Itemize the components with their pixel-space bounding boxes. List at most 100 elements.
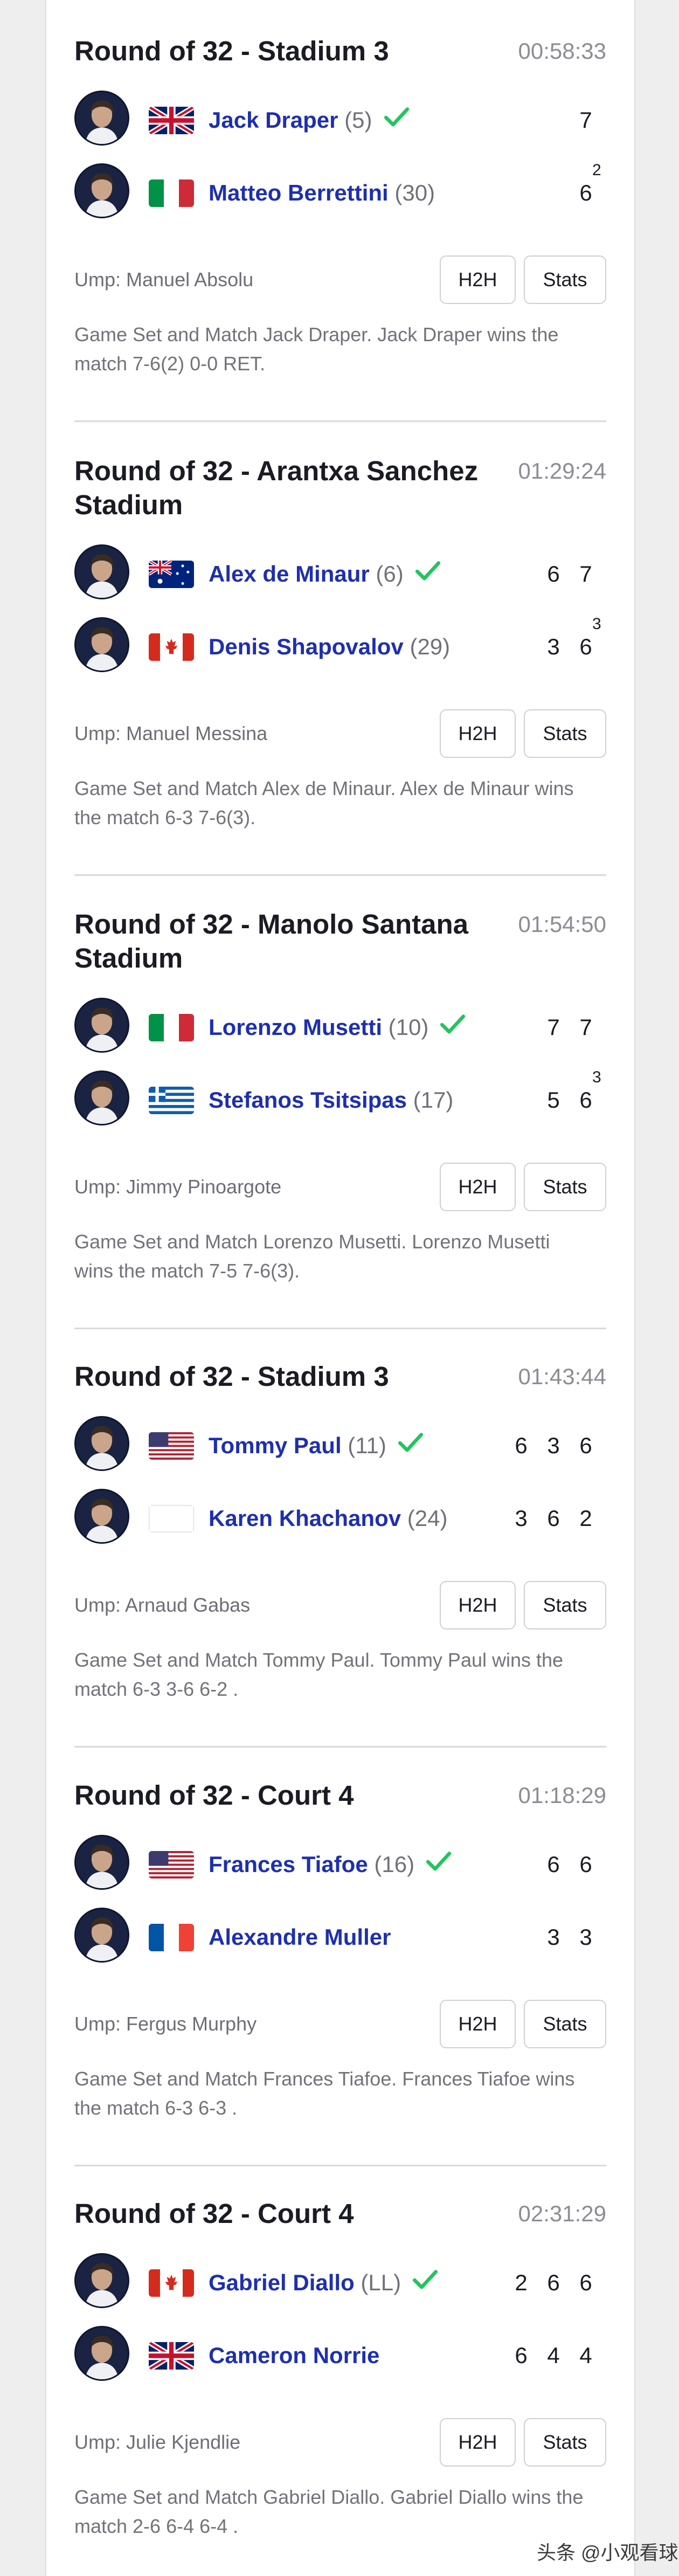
set-score: 6 [543,1850,564,1879]
match-card: Round of 32 - Arantxa Sanchez Stadium 01:… [74,454,606,828]
italy-flag [149,1014,194,1041]
stats-button[interactable]: Stats [524,1163,606,1211]
player-name-link[interactable]: Lorenzo Musetti [209,1014,382,1040]
match-summary: Game Set and Match Frances Tiafoe. Franc… [74,2068,575,2119]
player-name-link[interactable]: Frances Tiafoe [209,1852,368,1877]
set-score: 6 [543,1504,564,1533]
player-name-link[interactable]: Matteo Berrettini [209,180,389,205]
winner-check-icon [413,560,442,583]
stats-button[interactable]: Stats [524,1581,606,1629]
set-score: 3 [510,1504,532,1533]
player-avatar [74,2253,129,2308]
player-seed: (17) [413,1087,454,1113]
set-score: 3 [543,1431,564,1460]
set-score: 2 [575,1504,597,1533]
h2h-button[interactable]: H2H [440,2000,516,2048]
winner-check-icon [382,106,411,129]
player-name-block: Frances Tiafoe (16) [209,1850,453,1879]
australia-flag [149,561,194,588]
match-divider [74,1328,606,1329]
player-seed: (24) [407,1505,448,1531]
stats-button[interactable]: Stats [524,2000,606,2048]
player-avatar [74,1416,129,1471]
set-score-value: 6 [547,1852,560,1877]
set-score: 6 [575,1431,597,1460]
set-score-value: 4 [579,2343,592,2368]
h2h-button[interactable]: H2H [440,2418,516,2467]
player-name-link[interactable]: Denis Shapovalov [209,634,404,659]
player-avatar [74,544,129,599]
winner-check-icon [396,1431,425,1455]
set-scores: 33 [456,1923,597,1952]
set-scores: 563 [456,1069,601,1115]
player-avatar [74,1489,129,1544]
winner-check-icon [424,1850,453,1874]
match-summary: Game Set and Match Tommy Paul. Tommy Pau… [74,1649,564,1700]
player-name-link[interactable]: Gabriel Diallo [209,2270,355,2295]
player-name-block: Jack Draper (5) [209,106,411,135]
match-divider [74,420,606,422]
set-score-value: 2 [515,2270,528,2295]
set-scores: 77 [456,1013,597,1042]
h2h-button[interactable]: H2H [440,1163,516,1211]
set-score: 6 [510,1431,532,1460]
player-name-link[interactable]: Alex de Minaur [209,561,370,586]
match-summary: Game Set and Match Gabriel Diallo. Gabri… [74,2486,584,2537]
set-score: 6 [543,560,564,589]
canada-flag [149,2269,194,2297]
player-name-link[interactable]: Jack Draper [209,107,338,133]
umpire-label: Ump: Manuel Messina [74,722,268,744]
set-score-value: 2 [579,1505,592,1531]
set-score: 7 [575,560,597,589]
player-name-block: Gabriel Diallo (LL) [209,2268,440,2297]
set-scores: 3 63 [456,616,601,661]
stats-button[interactable]: Stats [524,255,606,304]
player-row: Alex de Minaur (6) 6 7 [74,544,606,603]
set-scores: 62 [456,162,601,208]
set-score: 6 [510,2341,532,2370]
winner-check-icon [411,2268,440,2292]
h2h-button[interactable]: H2H [440,1581,516,1629]
set-score-value: 3 [547,634,560,659]
set-scores: 7 [456,106,597,135]
umpire-label: Ump: Julie Kjendlie [74,2431,241,2453]
player-seed: (LL) [361,2270,401,2295]
match-card: Round of 32 - Court 4 02:31:29 Gabriel Dia… [74,2197,606,2568]
player-avatar [74,91,129,146]
set-score: 6 [575,1850,597,1879]
player-seed: (5) [344,107,372,133]
match-duration: 00:58:33 [518,38,607,64]
player-name-link[interactable]: Tommy Paul [209,1433,342,1458]
set-score: 7 [543,1013,564,1042]
match-divider [74,2165,606,2166]
player-seed: (6) [376,561,404,586]
set-score: 2 [510,2268,532,2297]
set-score: 63 [575,616,601,661]
player-seed: (29) [410,634,451,659]
player-name-link[interactable]: Stefanos Tsitsipas [209,1087,407,1113]
h2h-button[interactable]: H2H [440,709,516,758]
round-title: Round of 32 - Arantxa Sanchez Stadium [74,455,479,520]
player-name-block: Cameron Norrie [209,2341,379,2370]
player-row: Gabriel Diallo (LL) 2 6 6 [74,2253,606,2311]
player-name-block: Lorenzo Musetti (10) [209,1013,467,1042]
set-score-value: 3 [547,1433,560,1458]
player-name-link[interactable]: Cameron Norrie [209,2343,379,2368]
umpire-label: Ump: Manuel Absolu [74,268,254,291]
player-avatar [74,1908,129,1963]
player-name-link[interactable]: Karen Khachanov [209,1505,401,1531]
player-name-block: Karen Khachanov (24) [209,1504,447,1533]
player-name-link[interactable]: Alexandre Muller [209,1924,391,1950]
stats-button[interactable]: Stats [524,709,606,758]
set-scores: 266 [456,2268,597,2297]
match-card: Round of 32 - Court 4 01:18:29 Frances Tia… [74,1778,606,2150]
set-score-value: 6 [515,1433,528,1458]
match-duration: 01:43:44 [518,1364,607,1389]
round-title: Round of 32 - Court 4 [74,1780,354,1811]
set-score: 3 [543,1923,564,1952]
player-row: Matteo Berrettini (30) 6 2 [74,162,606,222]
set-score-value: 6 [579,2270,592,2295]
canada-flag [149,633,194,661]
stats-button[interactable]: Stats [524,2418,606,2467]
h2h-button[interactable]: H2H [440,255,516,304]
